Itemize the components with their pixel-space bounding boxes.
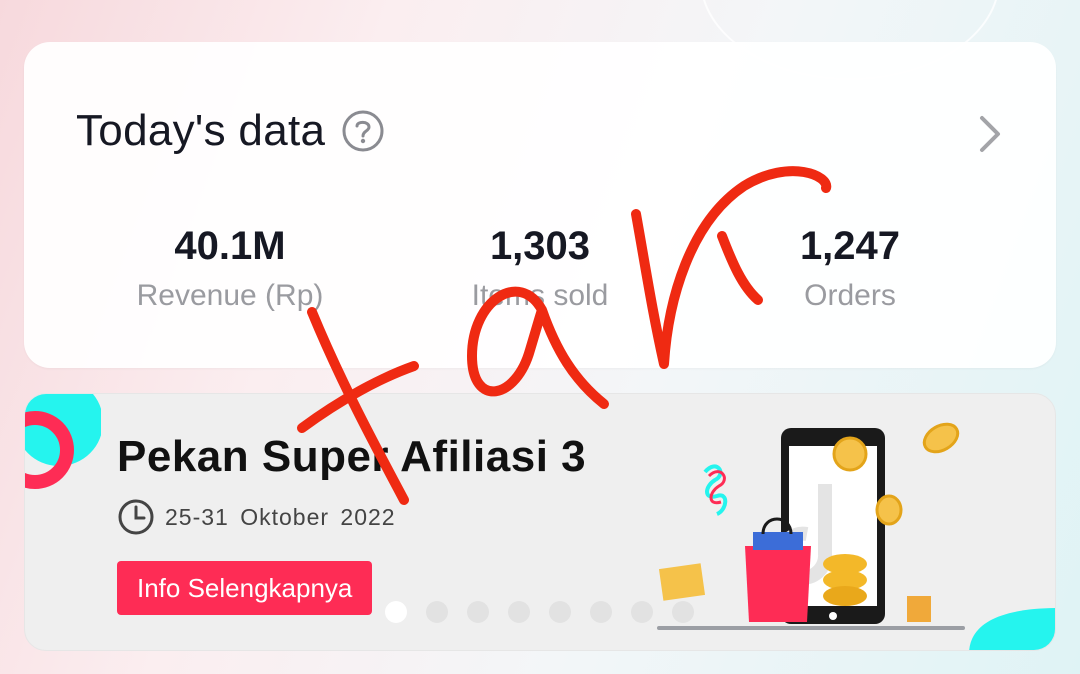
stat-value: 1,303 — [489, 224, 591, 268]
question-circle-icon[interactable] — [341, 109, 385, 153]
carousel-dot[interactable] — [549, 601, 571, 623]
carousel-dot[interactable] — [590, 601, 612, 623]
card-header: Today's data — [76, 106, 385, 156]
stat-value: 1,247 — [799, 224, 901, 268]
date-text: 25-31 Oktober 2022 — [165, 503, 396, 530]
carousel-dot[interactable] — [508, 601, 530, 623]
clock-icon — [118, 499, 154, 535]
todays-data-card[interactable]: Today's data 40.1M Revenue (Rp) 1,303 It… — [24, 42, 1056, 368]
stat-label: Revenue (Rp) — [136, 279, 324, 312]
stat-revenue[interactable]: 40.1M Revenue (Rp) — [70, 220, 390, 318]
carousel-dot[interactable] — [426, 601, 448, 623]
banner-date: 25-31 Oktober 2022 — [117, 498, 396, 536]
phone-shopping-illustration — [657, 422, 965, 630]
stat-label: Orders — [804, 279, 896, 312]
card-title: Today's data — [76, 106, 326, 155]
promo-banner[interactable]: Pekan Super Afiliasi 3 25-31 Oktober 202… — [24, 393, 1056, 651]
stat-orders[interactable]: 1,247 Orders — [690, 220, 1010, 318]
stat-items-sold[interactable]: 1,303 Items sold — [380, 220, 700, 318]
corner-decoration-icon — [969, 608, 1055, 650]
info-button[interactable]: Info Selengkapnya — [117, 561, 373, 615]
chevron-right-icon[interactable] — [974, 112, 1004, 156]
banner-title: Pekan Super Afiliasi 3 — [117, 432, 587, 481]
stat-label: Items sold — [471, 279, 609, 312]
carousel-dot[interactable] — [385, 601, 407, 623]
carousel-dot[interactable] — [467, 601, 489, 623]
ring-decoration-icon — [25, 394, 101, 489]
stat-value: 40.1M — [174, 224, 286, 268]
